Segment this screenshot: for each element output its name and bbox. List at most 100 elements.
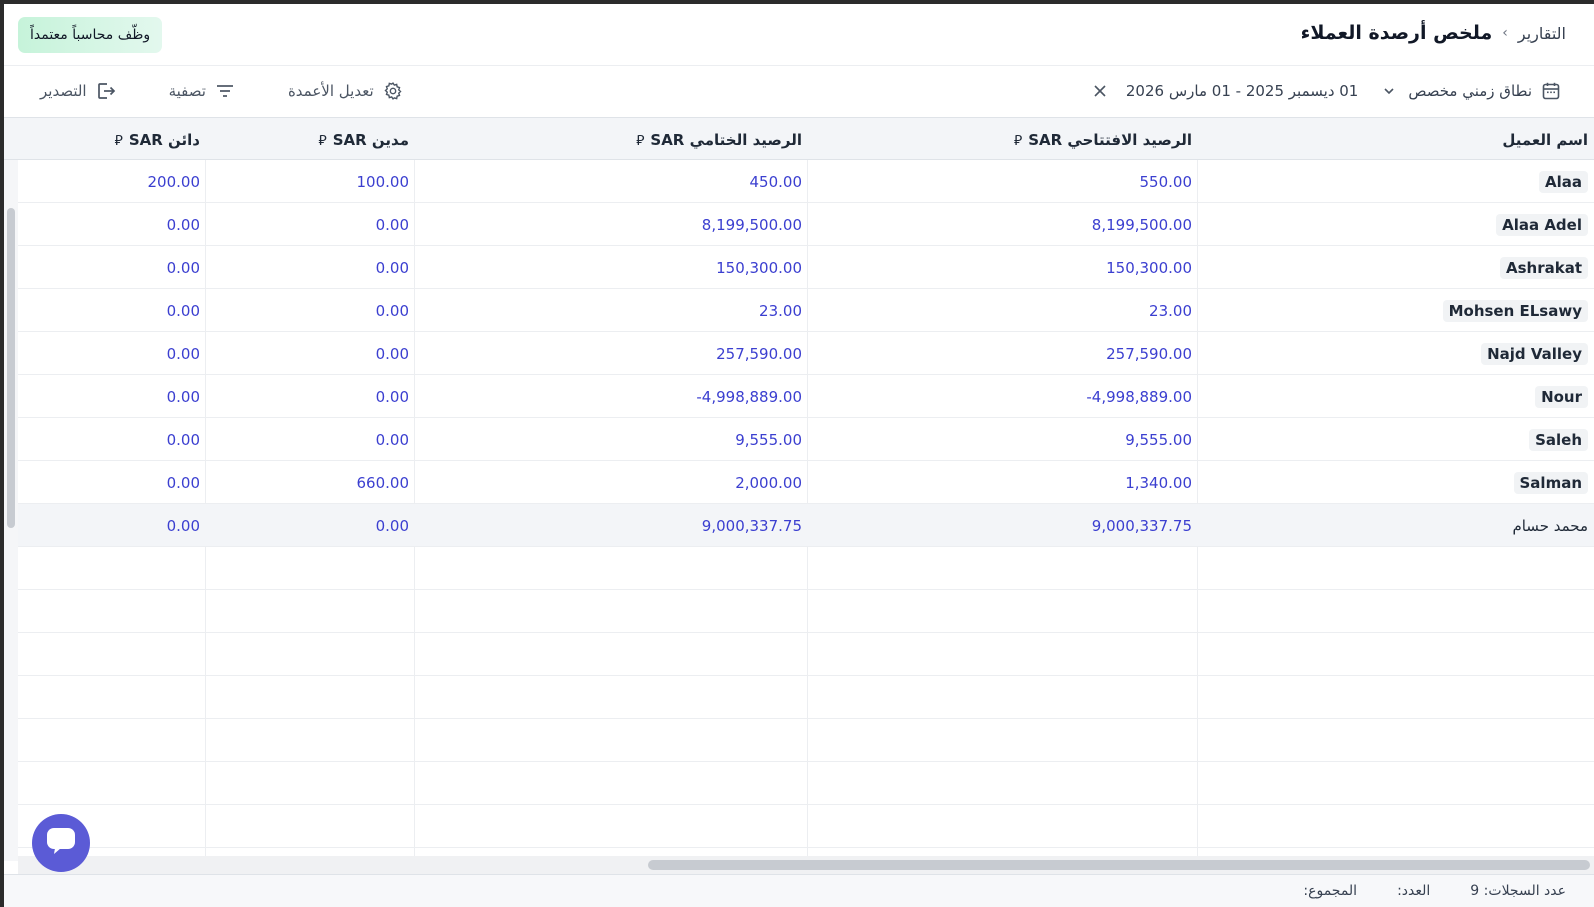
cell-credit: 0.00 (18, 203, 206, 246)
cell-name: Alaa (1198, 160, 1594, 203)
amount-value[interactable]: 2,000.00 (735, 474, 802, 492)
amount-value[interactable]: 9,555.00 (1125, 431, 1192, 449)
count-summary: العدد: (1397, 883, 1431, 899)
customer-name-link[interactable]: Saleh (1529, 428, 1588, 451)
customer-name-link[interactable]: Najd Valley (1481, 342, 1588, 365)
cell-name: Alaa Adel (1198, 203, 1594, 246)
cell-debit: 0.00 (206, 203, 415, 246)
amount-value[interactable]: 23.00 (759, 302, 802, 320)
amount-value[interactable]: 660.00 (357, 474, 410, 492)
cell-credit: 0.00 (18, 461, 206, 504)
amount-value[interactable]: 0.00 (167, 474, 200, 492)
amount-value[interactable]: 0.00 (167, 431, 200, 449)
cell-closing: 9,000,337.75 (415, 504, 808, 547)
cell-name: Mohsen ELsawy (1198, 289, 1594, 332)
cell-debit: 0.00 (206, 504, 415, 547)
header-closing-balance[interactable]: الرصيد الختامي SAR ⃁ (415, 118, 808, 161)
breadcrumb-reports-link[interactable]: التقارير (1518, 24, 1566, 43)
cell-opening: 9,555.00 (808, 418, 1198, 461)
riyal-icon: ⃁ (1013, 132, 1023, 149)
date-range-value[interactable]: 01 ديسمبر 2025 - 01 مارس 2026 (1126, 82, 1358, 100)
header-credit[interactable]: دائن SAR ⃁ (18, 118, 206, 161)
amount-value[interactable]: 0.00 (167, 216, 200, 234)
empty-row (18, 547, 1594, 590)
amount-value[interactable]: 0.00 (376, 517, 409, 535)
edit-columns-button[interactable]: تعديل الأعمدة (288, 80, 404, 102)
horizontal-scrollbar-thumb[interactable] (648, 860, 1590, 870)
amount-value[interactable]: 0.00 (376, 431, 409, 449)
cell-name: Najd Valley (1198, 332, 1594, 375)
amount-value[interactable]: 9,555.00 (735, 431, 802, 449)
cell-opening: -4,998,889.00 (808, 375, 1198, 418)
cell-opening: 1,340.00 (808, 461, 1198, 504)
cell-closing: 9,555.00 (415, 418, 808, 461)
customer-name-link[interactable]: Nour (1535, 385, 1588, 408)
amount-value[interactable]: 0.00 (167, 517, 200, 535)
vertical-scrollbar[interactable] (4, 160, 18, 861)
amount-value[interactable]: 150,300.00 (1106, 259, 1192, 277)
amount-value[interactable]: 0.00 (167, 388, 200, 406)
customer-name-link[interactable]: محمد حسام (1512, 517, 1588, 535)
edit-columns-label: تعديل الأعمدة (287, 82, 374, 100)
customer-name-link[interactable]: Salman (1513, 471, 1588, 494)
amount-value[interactable]: 257,590.00 (1106, 345, 1192, 363)
amount-value[interactable]: 1,340.00 (1125, 474, 1192, 492)
amount-value[interactable]: 0.00 (376, 388, 409, 406)
cell-debit: 660.00 (206, 461, 415, 504)
sum-summary: المجموع: (1303, 883, 1358, 899)
date-range-type[interactable]: نطاق زمني مخصص (1408, 82, 1532, 100)
header-label: دائن SAR (128, 130, 200, 149)
amount-value[interactable]: 8,199,500.00 (1092, 216, 1192, 234)
amount-value[interactable]: 200.00 (148, 173, 201, 191)
horizontal-scrollbar[interactable] (18, 856, 1594, 874)
amount-value[interactable]: 550.00 (1140, 173, 1193, 191)
customer-name-link[interactable]: Alaa (1539, 170, 1588, 193)
hire-accountant-button[interactable]: وظّف محاسباً معتمداً (18, 17, 163, 53)
table-row: 0.00 660.00 2,000.00 1,340.00 Salman (18, 461, 1594, 504)
customer-name-link[interactable]: Mohsen ELsawy (1442, 299, 1588, 322)
amount-value[interactable]: -4,998,889.00 (696, 388, 802, 406)
clear-date-range-icon[interactable] (1090, 81, 1110, 101)
cell-closing: 150,300.00 (415, 246, 808, 289)
amount-value[interactable]: 0.00 (376, 302, 409, 320)
cell-credit: 0.00 (18, 375, 206, 418)
amount-value[interactable]: 0.00 (167, 345, 200, 363)
cell-closing: -4,998,889.00 (415, 375, 808, 418)
cell-name: Salman (1198, 461, 1594, 504)
riyal-icon: ⃁ (636, 132, 645, 149)
header-customer-name[interactable]: اسم العميل (1198, 118, 1594, 161)
amount-value[interactable]: 23.00 (1149, 302, 1192, 320)
chevron-down-icon[interactable] (1378, 80, 1400, 102)
amount-value[interactable]: 9,000,337.75 (702, 517, 802, 535)
calendar-icon (1540, 80, 1562, 102)
customer-name-link[interactable]: Alaa Adel (1496, 213, 1588, 236)
filter-button[interactable]: تصفية (169, 80, 236, 102)
amount-value[interactable]: 0.00 (167, 259, 200, 277)
amount-value[interactable]: -4,998,889.00 (1086, 388, 1192, 406)
empty-row (18, 719, 1594, 762)
cell-credit: 0.00 (18, 246, 206, 289)
header-debit[interactable]: مدين SAR ⃁ (206, 118, 415, 161)
amount-value[interactable]: 0.00 (167, 302, 200, 320)
empty-row (18, 805, 1594, 848)
customer-name-link[interactable]: Ashrakat (1499, 256, 1588, 279)
amount-value[interactable]: 9,000,337.75 (1092, 517, 1192, 535)
amount-value[interactable]: 0.00 (376, 259, 409, 277)
vertical-scrollbar-thumb[interactable] (7, 208, 15, 528)
amount-value[interactable]: 8,199,500.00 (702, 216, 802, 234)
empty-row (18, 676, 1594, 719)
amount-value[interactable]: 100.00 (357, 173, 410, 191)
amount-value[interactable]: 257,590.00 (716, 345, 802, 363)
cell-opening: 8,199,500.00 (808, 203, 1198, 246)
amount-value[interactable]: 0.00 (376, 345, 409, 363)
amount-value[interactable]: 450.00 (750, 173, 803, 191)
cell-opening: 9,000,337.75 (808, 504, 1198, 547)
amount-value[interactable]: 0.00 (376, 216, 409, 234)
export-button[interactable]: التصدير (40, 80, 117, 102)
header-opening-balance[interactable]: الرصيد الافتتاحي SAR ⃁ (808, 118, 1198, 161)
support-chat-button[interactable] (32, 814, 90, 872)
amount-value[interactable]: 150,300.00 (716, 259, 802, 277)
empty-row (18, 762, 1594, 805)
date-range-picker[interactable]: نطاق زمني مخصص 01 ديسمبر 2025 - 01 مارس … (1090, 80, 1562, 102)
filter-label: تصفية (168, 82, 206, 100)
